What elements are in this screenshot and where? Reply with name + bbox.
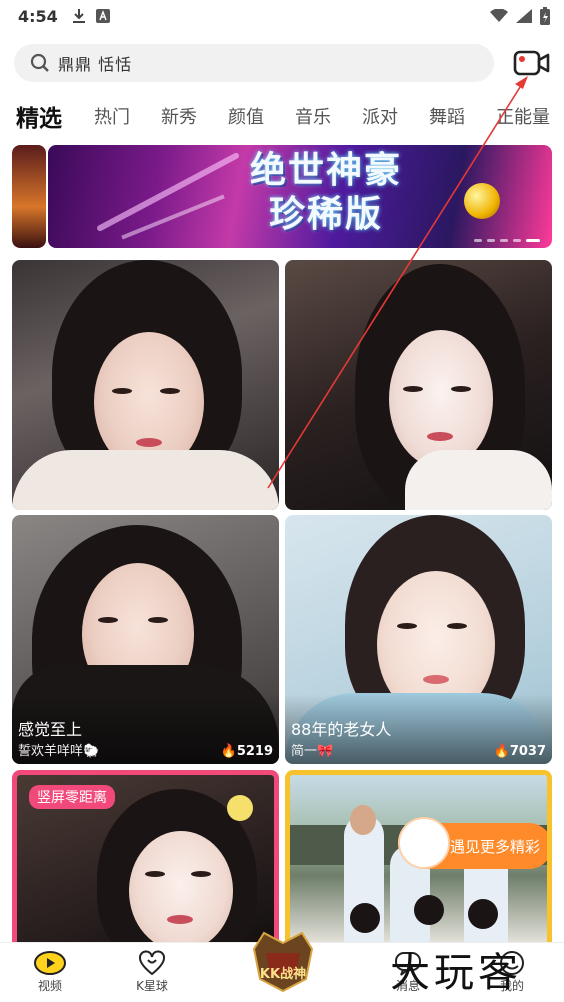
nav-video[interactable]: 视频: [10, 949, 90, 994]
nav-kk-war-god[interactable]: KK战神: [244, 929, 322, 995]
tab-party[interactable]: 派对: [362, 103, 398, 129]
status-bar: 4:54: [0, 0, 564, 32]
stream-card[interactable]: 竖屏零距离: [12, 770, 279, 942]
stream-card[interactable]: 88年的老女人 简一🎀 🔥7037: [285, 515, 552, 764]
tab-looks[interactable]: 颜值: [228, 103, 264, 129]
tab-positive-energy[interactable]: 正能量: [496, 103, 550, 129]
tab-music[interactable]: 音乐: [295, 103, 331, 129]
battery-icon: [540, 7, 550, 25]
app-notification-icon: [95, 9, 110, 23]
tab-featured[interactable]: 精选: [16, 99, 62, 133]
tab-newcomer[interactable]: 新秀: [161, 103, 197, 129]
search-input[interactable]: 鼎鼎 恬恬: [58, 51, 132, 75]
flower-decoration: [227, 795, 253, 821]
popularity-count: 🔥5219: [220, 744, 273, 759]
tab-dance[interactable]: 舞蹈: [429, 103, 465, 129]
streamer-name: 誓欢羊咩咩🐑: [18, 744, 100, 759]
tab-hot[interactable]: 热门: [94, 103, 130, 129]
search-bar[interactable]: 鼎鼎 恬恬: [14, 44, 494, 82]
stream-thumbnail: [285, 260, 552, 510]
stream-title: 88年的老女人: [291, 720, 392, 739]
download-icon: [72, 9, 85, 23]
promo-banner[interactable]: 绝世神豪 珍稀版: [12, 145, 552, 248]
heart-icon: [139, 950, 165, 976]
start-live-button[interactable]: [512, 46, 552, 80]
stream-title: 感觉至上: [18, 720, 83, 739]
video-tab-icon: [34, 951, 66, 975]
stream-thumbnail: [12, 260, 279, 510]
category-tabs: 精选 热门 新秀 颜值 音乐 派对 舞蹈 正能量: [0, 96, 564, 136]
wifi-icon: [490, 9, 508, 22]
fire-icon: 🔥: [220, 744, 237, 759]
mascot-icon: [398, 817, 450, 869]
banner-title: 绝世神豪 珍稀版: [249, 150, 402, 235]
vertical-screen-tag: 竖屏零距离: [29, 785, 115, 809]
coin-graphic: [464, 183, 500, 219]
popularity-count: 🔥7037: [493, 744, 546, 759]
search-icon: [30, 53, 49, 72]
stream-card[interactable]: 感觉至上 誓欢羊咩咩🐑 🔥5219: [12, 515, 279, 764]
watermark: 大玩客: [390, 950, 522, 996]
banner-slide: 绝世神豪 珍稀版: [48, 145, 552, 248]
streamer-name: 简一🎀: [291, 744, 334, 759]
banner-indicator: [474, 239, 540, 242]
signal-icon: [516, 9, 532, 23]
video-camera-icon: [513, 50, 550, 76]
nav-kplanet[interactable]: K星球: [112, 949, 192, 994]
banner-previous-slide: [12, 145, 46, 248]
fire-icon: 🔥: [493, 744, 510, 759]
stream-card[interactable]: [285, 260, 552, 510]
stream-card[interactable]: [12, 260, 279, 510]
stream-card[interactable]: 遇见更多精彩: [285, 770, 552, 942]
status-time: 4:54: [18, 6, 58, 26]
discover-more-button[interactable]: 遇见更多精彩: [398, 817, 547, 869]
kk-war-god-badge: [252, 931, 314, 993]
